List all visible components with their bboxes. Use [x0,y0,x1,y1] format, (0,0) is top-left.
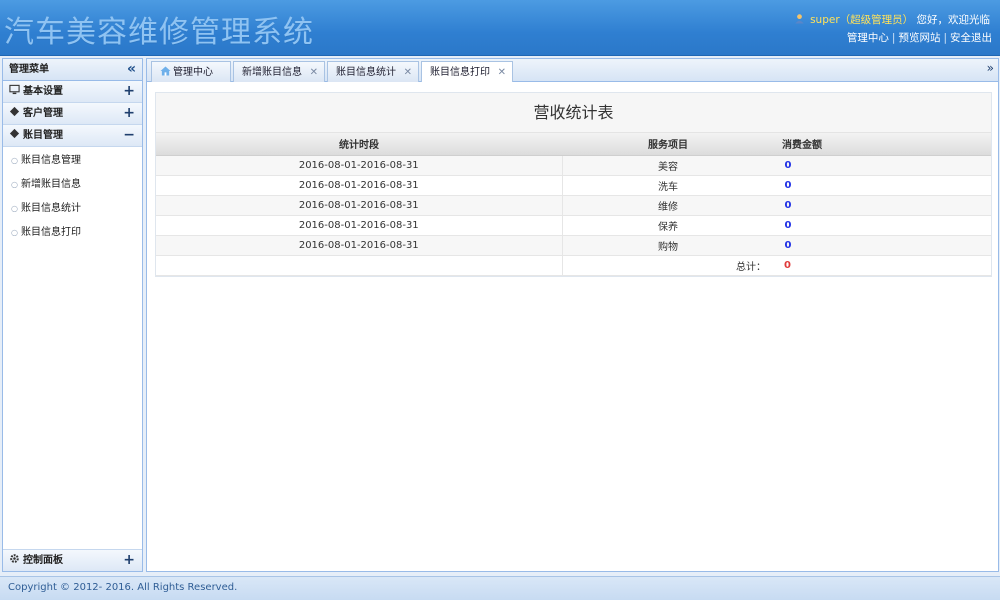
app-title: 汽车美容维修管理系统 [4,15,314,50]
cell-service: 购物 [562,235,774,256]
amount-value: 0 [784,219,792,231]
tab-admin-center[interactable]: 管理中心 [151,61,231,82]
cell-amount: 0 [774,155,991,176]
user-role: （超级管理员） [839,14,914,26]
cell-service: 保养 [562,215,774,236]
bullet-icon: ○ [11,204,18,213]
amount-value: 0 [784,199,792,211]
table-row: 2016-08-01-2016-08-31 维修 0 [156,195,991,216]
menu-item-label: 新增账目信息 [20,179,81,190]
panel-basic-settings[interactable]: 基本设置 + [3,81,142,103]
amount-value: 0 [784,179,792,191]
panel-label: 客户管理 [23,108,63,119]
table-total-row: 总计： 0 [156,255,991,276]
menu-item-add-account[interactable]: ○ 新增账目信息 [3,173,142,197]
column-header-amount: 消费金额 [774,133,991,156]
diamond-icon [9,128,20,139]
tab-bar: 管理中心 新增账目信息 ✕ 账目信息统计 ✕ 账目信息打印 ✕ » [146,58,999,83]
cell-period: 2016-08-01-2016-08-31 [156,175,563,196]
double-chevron-left-icon[interactable]: « [127,59,136,79]
column-header-period: 统计时段 [156,133,562,156]
diamond-icon [9,106,20,117]
tab-label: 新增账目信息 [242,67,302,78]
tab-add-account[interactable]: 新增账目信息 ✕ [233,61,325,82]
total-label: 总计： [562,255,774,276]
collapse-icon[interactable]: − [123,125,135,146]
tab-label: 账目信息统计 [336,67,396,78]
menu-item-account-print[interactable]: ○ 账目信息打印 [3,221,142,245]
double-chevron-down-icon[interactable]: » [987,61,994,75]
menu-item-label: 账目信息打印 [20,227,81,238]
table-row: 2016-08-01-2016-08-31 洗车 0 [156,175,991,196]
link-preview-site[interactable]: 预览网站 [898,32,940,44]
menu-item-account-statistics[interactable]: ○ 账目信息统计 [3,197,142,221]
table-row: 2016-08-01-2016-08-31 保养 0 [156,215,991,236]
cell-period: 2016-08-01-2016-08-31 [156,215,563,236]
sidebar-title: 管理菜单 [9,64,49,75]
footer: Copyright © 2012- 2016. All Rights Reser… [0,576,1000,600]
amount-value: 0 [784,159,792,171]
gear-icon [10,554,19,563]
close-icon[interactable]: ✕ [404,62,412,83]
bullet-icon: ○ [11,180,18,189]
link-admin-center[interactable]: 管理中心 [847,32,889,44]
copyright-text: Copyright © 2012- 2016. All Rights Reser… [8,582,238,593]
menu-item-label: 账目信息统计 [20,203,81,214]
report-table: 统计时段 服务项目 消费金额 2016-08-01-2016-08-31 美容 … [156,133,991,276]
amount-value: 0 [784,239,792,251]
expand-icon[interactable]: + [123,81,135,102]
greeting: 您好，欢迎光临 [916,14,991,26]
cell-service: 洗车 [562,175,774,196]
panel-label: 基本设置 [23,86,63,97]
panel-account-management[interactable]: 账目管理 − [3,125,142,147]
content-area: 营收统计表 统计时段 服务项目 消费金额 2016-08-01-2016-08-… [146,82,999,572]
sidebar-header: 管理菜单 « [3,59,142,81]
panel-label: 账目管理 [23,130,63,141]
link-logout[interactable]: 安全退出 [950,32,992,44]
tab-account-statistics[interactable]: 账目信息统计 ✕ [327,61,419,82]
app-header: 汽车美容维修管理系统 super（超级管理员） 您好，欢迎光临 管理中心 | 预览网… [0,0,1000,56]
cell-empty [156,255,563,276]
sidebar: 管理菜单 « 基本设置 + 客户管理 + 账目管理 − ○ 账目信息管理 ○ 新增账… [2,58,143,572]
cell-amount: 0 [774,215,991,236]
expand-icon[interactable]: + [123,103,135,124]
cell-amount: 0 [774,175,991,196]
monitor-icon [9,84,20,95]
table-row: 2016-08-01-2016-08-31 购物 0 [156,235,991,256]
cell-service: 美容 [562,155,774,176]
panel-label: 控制面板 [23,555,63,566]
expand-icon[interactable]: + [123,550,135,571]
user-name: super [810,14,840,26]
report-title: 营收统计表 [156,93,991,133]
revenue-report: 营收统计表 统计时段 服务项目 消费金额 2016-08-01-2016-08-… [155,92,992,277]
close-icon[interactable]: ✕ [310,62,318,83]
top-links: 管理中心 | 预览网站 | 安全退出 [846,32,992,44]
welcome-text: super（超级管理员） 您好，欢迎光临 [794,12,990,27]
table-row: 2016-08-01-2016-08-31 美容 0 [156,155,991,176]
tab-label: 账目信息打印 [430,67,490,78]
cell-period: 2016-08-01-2016-08-31 [156,235,563,256]
panel-customer-management[interactable]: 客户管理 + [3,103,142,125]
close-icon[interactable]: ✕ [498,62,506,83]
panel-control-panel[interactable]: 控制面板 + [3,549,142,571]
cell-total: 0 [774,255,991,276]
column-header-service: 服务项目 [562,133,774,156]
cell-amount: 0 [774,235,991,256]
cell-period: 2016-08-01-2016-08-31 [156,155,563,176]
cell-service: 维修 [562,195,774,216]
cell-amount: 0 [774,195,991,216]
menu-item-label: 账目信息管理 [20,155,81,166]
cell-period: 2016-08-01-2016-08-31 [156,195,563,216]
tab-label: 管理中心 [173,67,213,78]
total-value: 0 [784,259,791,271]
user-icon [795,14,804,24]
bullet-icon: ○ [11,156,18,165]
bullet-icon: ○ [11,228,18,237]
menu-item-account-management[interactable]: ○ 账目信息管理 [3,149,142,173]
table-header-row: 统计时段 服务项目 消费金额 [156,133,991,156]
tab-account-print[interactable]: 账目信息打印 ✕ [421,61,513,83]
home-icon [160,66,171,76]
